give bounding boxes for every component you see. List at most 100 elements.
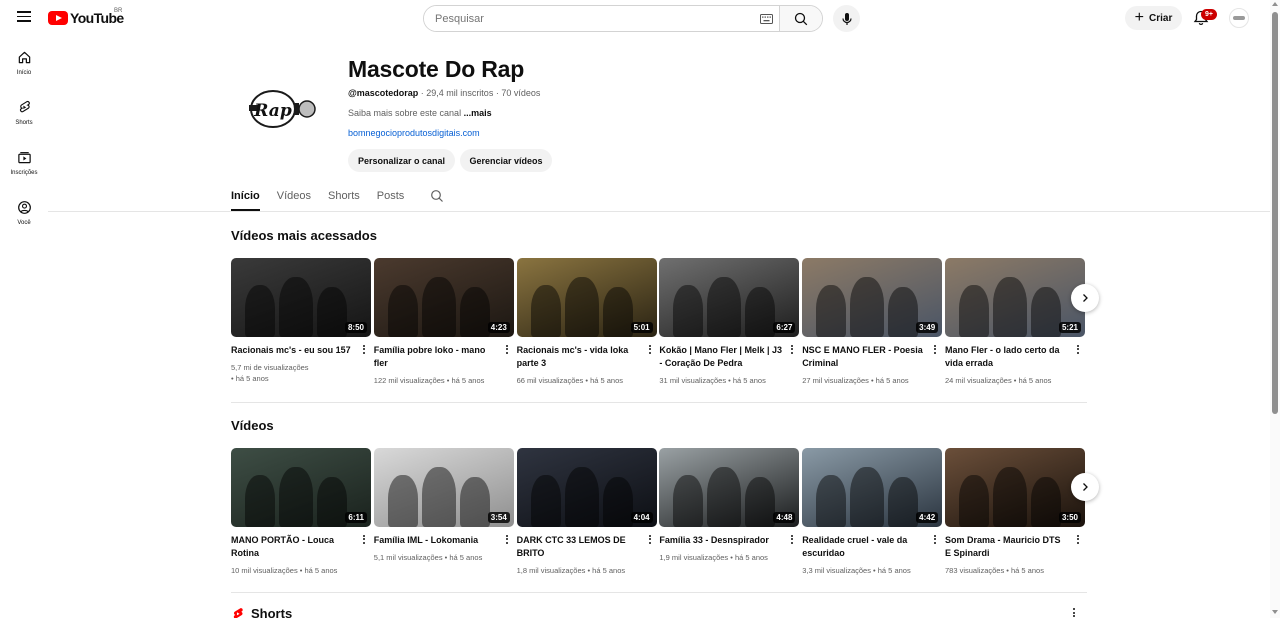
video-more-menu-icon[interactable] <box>787 342 797 356</box>
video-more-menu-icon[interactable] <box>1073 342 1083 356</box>
video-title[interactable]: Kokão | Mano Fler | Melk | J3 - Coração … <box>659 344 783 370</box>
video-more-menu-icon[interactable] <box>787 532 797 546</box>
video-title[interactable]: NSC E MANO FLER - Poesia Criminal <box>802 344 926 370</box>
voice-search-button[interactable] <box>833 5 860 32</box>
video-meta: 24 mil visualizações • há 5 anos <box>945 375 1085 386</box>
channel-avatar[interactable]: Rap <box>231 63 323 155</box>
tab-videos[interactable]: Vídeos <box>277 184 311 211</box>
video-thumbnail[interactable]: 8:50 <box>231 258 371 337</box>
scroll-down-arrow-icon[interactable] <box>1272 610 1278 614</box>
video-card[interactable]: 6:11 MANO PORTÃO - Louca Rotina 10 mil vis… <box>231 448 371 576</box>
youtube-logo[interactable]: YouTube <box>48 10 124 26</box>
video-card[interactable]: 5:21 Mano Fler - o lado certo da vida err… <box>945 258 1085 386</box>
scroll-up-arrow-icon[interactable] <box>1272 2 1278 6</box>
thumbnail-figure <box>707 277 742 337</box>
channel-external-link[interactable]: bomnegocioprodutosdigitais.com <box>348 128 480 138</box>
video-thumbnail[interactable]: 6:11 <box>231 448 371 527</box>
video-card[interactable]: 4:48 Família 33 - Desnspirador 1,9 mil vis… <box>659 448 800 563</box>
video-card[interactable]: 3:49 NSC E MANO FLER - Poesia Criminal 27 … <box>802 258 943 386</box>
video-thumbnail[interactable]: 4:23 <box>373 258 514 337</box>
channel-search-icon[interactable] <box>430 189 444 203</box>
account-avatar[interactable] <box>1229 8 1249 28</box>
channel-handle: @mascotedorap <box>348 88 419 98</box>
sidebar-item-you[interactable]: Você <box>0 196 48 246</box>
video-meta: 122 mil visualizações • há 5 anos <box>374 375 514 386</box>
video-thumbnail[interactable]: 6:27 <box>659 258 800 337</box>
sidebar-item-home[interactable]: Início <box>0 46 48 96</box>
video-meta: 1,8 mil visualizações • há 5 anos <box>517 565 657 576</box>
video-card[interactable]: 4:04 DARK CTC 33 LEMOS DE BRITO 1,8 mil vi… <box>516 448 657 576</box>
sidebar-item-shorts[interactable]: Shorts <box>0 96 48 146</box>
video-title[interactable]: Família IML - Lokomania <box>374 534 498 547</box>
video-title[interactable]: Família pobre loko - mano fler <box>374 344 498 370</box>
video-thumbnail[interactable]: 5:21 <box>945 258 1085 337</box>
tab-posts[interactable]: Posts <box>377 184 405 211</box>
manage-videos-button[interactable]: Gerenciar vídeos <box>460 149 552 172</box>
video-thumbnail[interactable]: 3:54 <box>373 448 514 527</box>
video-card[interactable]: 4:42 Realidade cruel - vale da escuridao 3… <box>802 448 943 576</box>
video-thumbnail[interactable]: 5:01 <box>516 258 657 337</box>
video-thumbnail[interactable]: 3:49 <box>802 258 943 337</box>
chevron-right-icon <box>1083 483 1088 491</box>
video-card[interactable]: 8:50 Racionais mc's - eu sou 157 5,7 mi de… <box>231 258 371 384</box>
about-more-link[interactable]: ...mais <box>464 108 492 118</box>
tab-shorts[interactable]: Shorts <box>328 184 360 211</box>
video-thumbnail[interactable]: 3:50 <box>945 448 1085 527</box>
video-more-menu-icon[interactable] <box>359 342 369 356</box>
video-title[interactable]: Realidade cruel - vale da escuridao <box>802 534 926 560</box>
row-next-button[interactable] <box>1071 284 1099 312</box>
video-title[interactable]: Família 33 - Desnspirador <box>659 534 783 547</box>
thumbnail-figure <box>459 287 490 337</box>
search-button[interactable] <box>779 6 822 31</box>
video-more-menu-icon[interactable] <box>1073 532 1083 546</box>
section-divider <box>231 592 1087 593</box>
menu-icon[interactable] <box>14 8 34 28</box>
shorts-more-menu[interactable] <box>1070 608 1078 618</box>
channel-name: Mascote Do Rap <box>348 56 525 82</box>
video-title[interactable]: Racionais mc's - eu sou 157 <box>231 344 355 357</box>
video-more-menu-icon[interactable] <box>645 342 655 356</box>
video-more-menu-icon[interactable] <box>930 532 940 546</box>
video-card[interactable]: 3:54 Família IML - Lokomania 5,1 mil visua… <box>373 448 514 563</box>
video-thumbnail[interactable]: 4:48 <box>659 448 800 527</box>
customize-channel-button[interactable]: Personalizar o canal <box>348 149 455 172</box>
video-more-menu-icon[interactable] <box>645 532 655 546</box>
scrollbar-thumb[interactable] <box>1272 12 1278 414</box>
video-card[interactable]: 4:23 Família pobre loko - mano fler 122 mi… <box>373 258 514 386</box>
video-meta: 27 mil visualizações • há 5 anos <box>802 375 942 386</box>
channel-about[interactable]: Saiba mais sobre este canal ...mais <box>348 108 492 118</box>
video-more-menu-icon[interactable] <box>359 532 369 546</box>
video-age: • há 5 anos <box>231 374 269 383</box>
row-next-button[interactable] <box>1071 473 1099 501</box>
sidebar-item-subscriptions[interactable]: Inscrições <box>0 146 48 196</box>
thumbnail-figure <box>888 287 919 337</box>
video-meta: 10 mil visualizações • há 5 anos <box>231 565 371 576</box>
thumbnail-figure <box>564 467 599 527</box>
thumbnail-figure <box>673 475 704 527</box>
video-card[interactable]: 5:01 Racionais mc's - vida loka parte 3 66… <box>516 258 657 386</box>
top-bar: YouTube BR + Criar 9+ <box>0 0 1280 36</box>
thumbnail-figure <box>421 277 456 337</box>
video-more-menu-icon[interactable] <box>502 532 512 546</box>
keyboard-icon[interactable] <box>753 6 779 31</box>
thumbnail-figure <box>387 475 418 527</box>
video-title[interactable]: Mano Fler - o lado certo da vida errada <box>945 344 1069 370</box>
page-scrollbar[interactable] <box>1270 0 1280 618</box>
video-more-menu-icon[interactable] <box>930 342 940 356</box>
video-title[interactable]: DARK CTC 33 LEMOS DE BRITO <box>517 534 641 560</box>
video-thumbnail[interactable]: 4:42 <box>802 448 943 527</box>
video-card[interactable]: 3:50 Som Drama - Mauricio DTS E Spinardi 7… <box>945 448 1085 576</box>
video-thumbnail[interactable]: 4:04 <box>516 448 657 527</box>
video-more-menu-icon[interactable] <box>502 342 512 356</box>
video-views: 783 visualizações • há 5 anos <box>945 566 1044 575</box>
video-title[interactable]: Racionais mc's - vida loka parte 3 <box>517 344 641 370</box>
rap-microphone-logo: Rap <box>249 90 316 128</box>
thumbnail-figure <box>279 277 313 337</box>
create-button[interactable]: + Criar <box>1125 6 1182 30</box>
search-input[interactable] <box>424 6 753 31</box>
video-title[interactable]: Som Drama - Mauricio DTS E Spinardi <box>945 534 1069 560</box>
thumbnail-figure <box>317 477 347 527</box>
tab-home[interactable]: Início <box>231 184 260 211</box>
video-title[interactable]: MANO PORTÃO - Louca Rotina <box>231 534 355 560</box>
video-card[interactable]: 6:27 Kokão | Mano Fler | Melk | J3 - Cora… <box>659 258 800 386</box>
